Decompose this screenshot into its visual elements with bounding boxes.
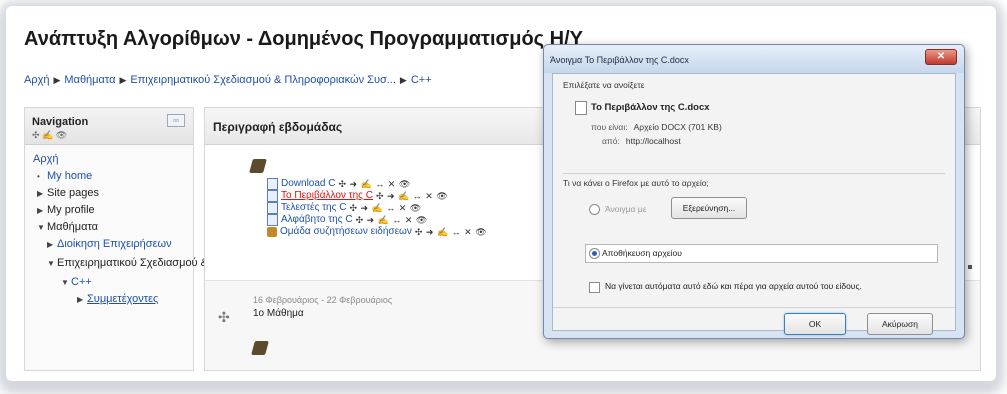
resource-item: Download C ✣ ➜ ✍ ↔ ✕ 👁 xyxy=(267,178,487,190)
document-icon xyxy=(267,202,278,214)
resource-link[interactable]: Αλφάβητο της C xyxy=(281,214,353,226)
document-icon xyxy=(267,178,278,190)
dialog-body: Επιλέξατε να ανοίξετε Το Περιβάλλον της … xyxy=(552,73,956,331)
navigation-block: Navigation ✣ ✍ 👁 ▫▫ Αρχή • My home ▶ Site … xyxy=(24,107,323,371)
save-file-option[interactable]: Αποθήκευση αρχείου xyxy=(585,244,938,263)
close-icon[interactable]: ✕ xyxy=(925,49,957,65)
nav-item-site-pages[interactable]: ▶ Site pages xyxy=(25,185,193,202)
breadcrumb: Αρχή ▶ Μαθήματα ▶ Επιχειρηματικού Σχεδιασμού… xyxy=(24,74,432,86)
breadcrumb-course[interactable]: C++ xyxy=(411,74,432,86)
expand-arrow-icon[interactable]: ▶ xyxy=(77,291,87,308)
save-file-label: Αποθήκευση αρχείου xyxy=(602,248,682,258)
edit-summary-icon[interactable] xyxy=(249,159,267,173)
expand-arrow-icon[interactable]: ▶ xyxy=(37,202,47,219)
browse-button[interactable]: Εξερεύνηση... xyxy=(671,197,747,219)
nav-item-courses[interactable]: ▼ Μαθήματα xyxy=(25,219,193,236)
document-icon xyxy=(267,190,278,202)
nav-item-my-home[interactable]: • My home xyxy=(25,168,193,185)
resource-link[interactable]: Το Περιβάλλον της C xyxy=(281,190,373,202)
edit-tools-icon[interactable]: ✣ ➜ ✍ ↔ ✕ 👁 xyxy=(338,178,410,190)
nav-item-cpp[interactable]: ▼ C++ xyxy=(25,274,193,291)
ok-button[interactable]: OK xyxy=(784,313,846,335)
nav-item-participants[interactable]: ▶ Συμμετέχοντες xyxy=(25,291,193,308)
dock-icon[interactable]: ▫▫ xyxy=(167,114,185,127)
auto-action-checkbox[interactable] xyxy=(589,282,600,293)
page-title: Ανάπτυξη Αλγορίθμων - Δομημένος Προγραμμ… xyxy=(24,28,583,50)
file-type-row: που είναι: Αρχείο DOCX (701 KB) xyxy=(591,122,722,132)
document-icon xyxy=(267,214,278,226)
download-dialog: Άνοιγμα Το Περιβάλλον της C.docx ✕ Επιλέ… xyxy=(543,44,965,339)
file-icon xyxy=(575,101,587,115)
block-tools-icon[interactable]: ✣ ✍ 👁 xyxy=(32,130,67,141)
dialog-title: Άνοιγμα Το Περιβάλλον της C.docx xyxy=(550,55,689,65)
collapse-arrow-icon[interactable]: ▼ xyxy=(47,255,57,272)
edit-tools-icon[interactable]: ✣ ➜ ✍ ↔ ✕ 👁 xyxy=(356,214,428,226)
resource-item: Αλφάβητο της C ✣ ➜ ✍ ↔ ✕ 👁 xyxy=(267,214,487,226)
scroll-marker xyxy=(968,265,972,269)
bullet-icon: • xyxy=(37,172,40,181)
nav-item-home[interactable]: Αρχή xyxy=(25,151,193,168)
edit-tools-icon[interactable]: ✣ ➜ ✍ ↔ ✕ 👁 xyxy=(349,202,421,214)
breadcrumb-arrow-icon: ▶ xyxy=(119,75,127,85)
save-file-radio[interactable] xyxy=(589,248,600,259)
resource-item: Τελεστές της C ✣ ➜ ✍ ↔ ✕ 👁 xyxy=(267,202,487,214)
breadcrumb-category[interactable]: Επιχειρηματικού Σχεδιασμού & Πληροφοριακ… xyxy=(130,74,396,86)
open-with-radio[interactable] xyxy=(589,204,600,215)
resource-link[interactable]: Download C xyxy=(281,178,335,190)
nav-item-business-admin[interactable]: ▶ Διοίκηση Επιχειρήσεων xyxy=(25,236,193,253)
auto-action-label: Να γίνεται αυτόματα αυτό εδώ και πέρα γι… xyxy=(605,281,862,291)
divider xyxy=(563,173,945,174)
resource-list: Download C ✣ ➜ ✍ ↔ ✕ 👁 Το Περιβάλλον της … xyxy=(267,178,487,238)
expand-arrow-icon[interactable]: ▶ xyxy=(47,236,57,253)
week-date-range: 16 Φεβρουάριος - 22 Φεβρουάριος xyxy=(253,295,393,305)
cancel-button[interactable]: Ακύρωση xyxy=(867,313,933,335)
forum-icon xyxy=(267,227,277,237)
nav-item-my-profile[interactable]: ▶ My profile xyxy=(25,202,193,219)
edit-tools-icon[interactable]: ✣ ➜ ✍ ↔ ✕ 👁 xyxy=(415,226,487,238)
navigation-header: Navigation ✣ ✍ 👁 ▫▫ xyxy=(25,108,193,145)
breadcrumb-home[interactable]: Αρχή xyxy=(24,74,50,86)
screenshot-frame: Ανάπτυξη Αλγορίθμων - Δομημένος Προγραμμ… xyxy=(6,6,996,381)
collapse-arrow-icon[interactable]: ▼ xyxy=(37,219,47,236)
week-description-title: Περιγραφή εβδομάδας xyxy=(213,120,343,134)
open-with-label: Άνοιγμα με xyxy=(605,204,647,214)
breadcrumb-arrow-icon: ▶ xyxy=(53,75,61,85)
action-question: Τι να κάνει ο Firefox με αυτό το αρχείο; xyxy=(563,178,709,188)
dialog-prompt: Επιλέξατε να ανοίξετε xyxy=(563,80,645,90)
file-name: Το Περιβάλλον της C.docx xyxy=(591,102,710,113)
navigation-title: Navigation xyxy=(32,116,89,128)
resource-link[interactable]: Ομάδα συζητήσεων ειδήσεων xyxy=(280,226,412,238)
breadcrumb-courses[interactable]: Μαθήματα xyxy=(64,74,115,86)
expand-arrow-icon[interactable]: ▶ xyxy=(37,185,47,202)
breadcrumb-arrow-icon: ▶ xyxy=(399,75,407,85)
edit-tools-icon[interactable]: ✣ ➜ ✍ ↔ ✕ 👁 xyxy=(376,190,448,202)
divider xyxy=(553,307,955,308)
week-title: 1ο Μάθημα xyxy=(253,308,304,319)
resource-item: Ομάδα συζητήσεων ειδήσεων ✣ ➜ ✍ ↔ ✕ 👁 xyxy=(267,226,487,238)
dialog-titlebar[interactable]: Άνοιγμα Το Περιβάλλον της C.docx ✕ xyxy=(544,45,964,73)
edit-summary-icon[interactable] xyxy=(251,341,269,355)
move-icon[interactable]: ✣ xyxy=(218,309,230,326)
resource-link[interactable]: Τελεστές της C xyxy=(281,202,346,214)
resource-item: Το Περιβάλλον της C ✣ ➜ ✍ ↔ ✕ 👁 xyxy=(267,190,487,202)
nav-item-business-planning[interactable]: ▼ Επιχειρηματικού Σχεδιασμού & Πληροφορια… xyxy=(25,253,323,274)
file-source-row: από: http://localhost xyxy=(602,136,681,146)
navigation-tree: Αρχή • My home ▶ Site pages ▶ My profile ▼ Μ… xyxy=(25,151,323,308)
collapse-arrow-icon[interactable]: ▼ xyxy=(61,274,71,291)
